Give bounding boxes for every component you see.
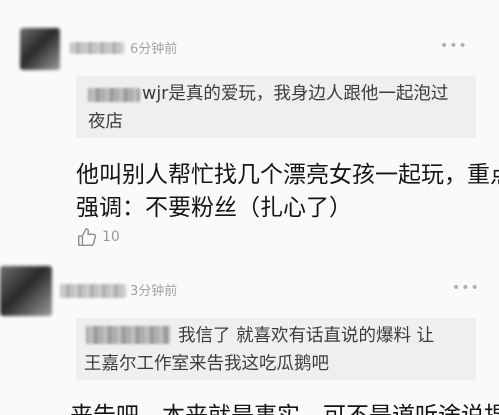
more-icon[interactable]: ••• [452, 280, 480, 296]
quoted-text-line: 我信了 就喜欢有话直说的爆料 让 [178, 326, 435, 346]
avatar[interactable] [20, 28, 60, 70]
like-button[interactable]: 10 [76, 226, 120, 248]
quoted-comment[interactable]: 我信了 就喜欢有话直说的爆料 让 王嘉尔工作室来告我这吃瓜鹅吧 [76, 318, 476, 380]
username[interactable] [70, 42, 124, 54]
quoted-text-line: 夜店 [88, 112, 123, 132]
comment-text-line: 他叫别人帮忙找几个漂亮女孩一起玩，重点 [76, 162, 499, 188]
comment-time: 6分钟前 [130, 42, 178, 57]
comment-feed: 6分钟前 ••• wjr是真的爱玩，我身边人跟他一起泡过 夜店 他叫别人帮忙找几… [0, 0, 499, 415]
quoted-comment[interactable]: wjr是真的爱玩，我身边人跟他一起泡过 夜店 [76, 76, 476, 138]
thumbs-up-icon [78, 228, 97, 246]
quoted-username [86, 326, 170, 344]
quoted-text-line: wjr是真的爱玩，我身边人跟他一起泡过 [142, 84, 449, 104]
quoted-text-line: 王嘉尔工作室来告我这吃瓜鹅吧 [84, 354, 329, 374]
comment-text-line: 强调：不要粉丝（扎心了） [76, 195, 352, 221]
comment-time: 3分钟前 [130, 284, 178, 299]
quoted-username [88, 88, 140, 102]
username[interactable] [60, 284, 126, 298]
more-icon[interactable]: ••• [440, 38, 468, 54]
like-count: 10 [102, 229, 120, 245]
avatar[interactable] [0, 266, 52, 316]
comment-text-line: 来告吧，本来就是事实，可不是道听途说捏 [70, 396, 499, 415]
